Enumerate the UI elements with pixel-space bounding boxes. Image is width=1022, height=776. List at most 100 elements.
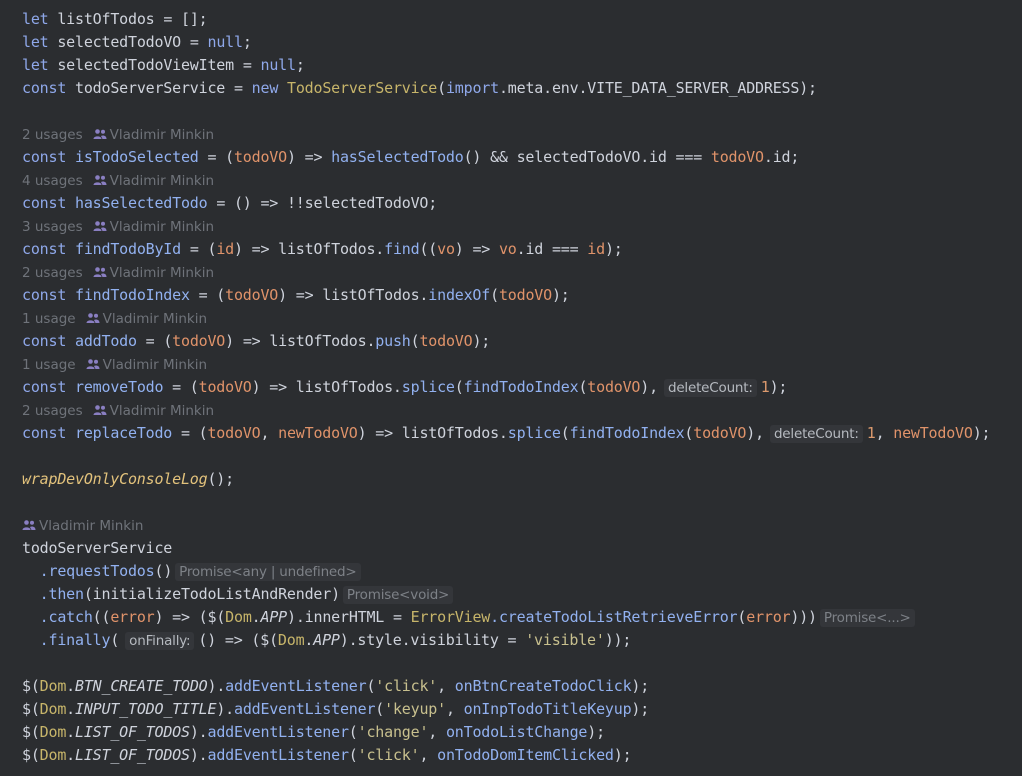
keyword-import: import: [445, 79, 499, 97]
author-hint[interactable]: Vladimir Minkin: [86, 357, 207, 373]
expr-tail: ();: [207, 470, 234, 488]
usages-count[interactable]: 1 usage: [22, 357, 76, 373]
code-line-replacetodo[interactable]: const replaceTodo = (todoVO, newTodoVO) …: [22, 422, 991, 445]
code-line-findtodoindex[interactable]: const findTodoIndex = (todoVO) => listOf…: [22, 284, 570, 307]
object-ref: listOfTodos.: [295, 378, 402, 396]
usage-hint[interactable]: 1 usage Vladimir Minkin: [22, 354, 207, 377]
usages-count[interactable]: 3 usages: [22, 219, 83, 235]
method-call: addEventListener: [225, 677, 367, 695]
keyword-const: const: [22, 148, 67, 166]
param: id: [216, 240, 234, 258]
string-literal: 'click': [375, 677, 438, 695]
usage-hint[interactable]: 4 usages Vladimir Minkin: [22, 170, 214, 193]
expr-tail: );: [604, 240, 623, 258]
semicolon: ;: [242, 33, 252, 51]
code-line-listener[interactable]: $(Dom.INPUT_TODO_TITLE).addEventListener…: [22, 698, 649, 721]
people-icon: [93, 221, 107, 231]
keyword-let: let: [22, 56, 49, 74]
env-path: .meta.env.VITE_DATA_SERVER_ADDRESS);: [498, 79, 817, 97]
expr-tail: );: [769, 378, 788, 396]
code-line-findtodobyid[interactable]: const findTodoById = (id) => listOfTodos…: [22, 238, 623, 261]
code-line-listener[interactable]: $(Dom.LIST_OF_TODOS).addEventListener('c…: [22, 744, 632, 767]
people-icon: [93, 129, 107, 139]
string-literal: 'click': [357, 746, 420, 764]
parameter-hint: onFinally:: [125, 632, 195, 650]
expr: .id ===: [516, 240, 588, 258]
code-line-listener[interactable]: $(Dom.BTN_CREATE_TODO).addEventListener(…: [22, 675, 649, 698]
param: todoVO: [710, 148, 764, 166]
code-line-removetodo[interactable]: const removeTodo = (todoVO) => listOfTod…: [22, 376, 787, 399]
keyword-let: let: [22, 33, 49, 51]
people-icon: [93, 405, 107, 415]
code-line-chain-then[interactable]: .then(initializeTodoListAndRender) Promis…: [22, 583, 456, 606]
param: newTodoVO: [893, 424, 973, 442]
code-line-wrapdevonly[interactable]: wrapDevOnlyConsoleLog();: [22, 468, 234, 491]
code-line-selectedtodoviewitem[interactable]: let selectedTodoViewItem = null;: [22, 54, 305, 77]
usage-hint[interactable]: 2 usages Vladimir Minkin: [22, 124, 214, 147]
object-ref: listOfTodos.: [269, 332, 376, 350]
code-line-hasselectedtodo[interactable]: const hasSelectedTodo = () => !!selected…: [22, 192, 437, 215]
usage-hint[interactable]: 2 usages Vladimir Minkin: [22, 262, 214, 285]
code-line-selectedtodovo[interactable]: let selectedTodoVO = null;: [22, 31, 252, 54]
handler-ref: onTodoListChange: [445, 723, 588, 741]
code-line-chain-catch[interactable]: .catch((error) => ($(Dom.APP).innerHTML …: [22, 606, 918, 629]
author-hint-line[interactable]: Vladimir Minkin: [22, 515, 143, 538]
param: todoVO: [207, 424, 261, 442]
keyword-const: const: [22, 240, 67, 258]
usages-count[interactable]: 2 usages: [22, 127, 83, 143]
param: todoVO: [225, 286, 279, 304]
param: vo: [498, 240, 517, 258]
keyword-const: const: [22, 378, 67, 396]
expr-tail: );: [472, 332, 491, 350]
function-name: findTodoById: [75, 240, 181, 258]
code-line-listoftodos[interactable]: let listOfTodos = [];: [22, 8, 208, 31]
usages-count[interactable]: 4 usages: [22, 173, 83, 189]
number-literal: 1: [866, 424, 876, 442]
code-line-chain-finally[interactable]: .finally(onFinally:() => ($(Dom.APP).sty…: [22, 629, 631, 652]
constant: LIST_OF_TODOS: [75, 746, 190, 764]
usage-hint[interactable]: 3 usages Vladimir Minkin: [22, 216, 214, 239]
code-editor[interactable]: let listOfTodos = []; let selectedTodoVO…: [0, 0, 1022, 776]
handler-ref: onBtnCreateTodoClick: [454, 677, 632, 695]
expr-tail: );: [551, 286, 570, 304]
usages-count[interactable]: 1 usage: [22, 311, 76, 327]
author-hint[interactable]: Vladimir Minkin: [93, 173, 214, 189]
function-name: removeTodo: [75, 378, 164, 396]
keyword-let: let: [22, 10, 49, 28]
keyword-const: const: [22, 424, 67, 442]
code-line-listener[interactable]: $(Dom.LIST_OF_TODOS).addEventListener('c…: [22, 721, 605, 744]
constant: BTN_CREATE_TODO: [75, 677, 208, 695]
code-line-todoserverservice[interactable]: const todoServerService = new TodoServer…: [22, 77, 817, 100]
usage-hint[interactable]: 2 usages Vladimir Minkin: [22, 400, 214, 423]
author-hint[interactable]: Vladimir Minkin: [86, 311, 207, 327]
type-hint: Promise<any | undefined>: [175, 563, 361, 581]
author-hint[interactable]: Vladimir Minkin: [93, 265, 214, 281]
op-assign: =: [233, 79, 243, 97]
usages-count[interactable]: 2 usages: [22, 265, 83, 281]
semicolon: ;: [295, 56, 305, 74]
string-literal: 'visible': [525, 631, 605, 649]
keyword-null: null: [207, 33, 244, 51]
object-ref: listOfTodos.: [322, 286, 429, 304]
expr: ).innerHTML =: [287, 608, 411, 626]
class-name: Dom: [225, 608, 252, 626]
author-hint[interactable]: Vladimir Minkin: [93, 127, 214, 143]
usages-count[interactable]: 2 usages: [22, 403, 83, 419]
author-hint[interactable]: Vladimir Minkin: [22, 518, 143, 534]
class-name: Dom: [39, 700, 67, 718]
author-hint[interactable]: Vladimir Minkin: [93, 403, 214, 419]
usage-hint[interactable]: 1 usage Vladimir Minkin: [22, 308, 207, 331]
class-name: Dom: [39, 723, 67, 741]
string-literal: 'change': [357, 723, 429, 741]
method-call: find: [384, 240, 420, 258]
var-name: selectedTodoVO: [57, 33, 181, 51]
class-name: ErrorView: [410, 608, 491, 626]
code-line-addtodo[interactable]: const addTodo = (todoVO) => listOfTodos.…: [22, 330, 490, 353]
expr: () && selectedTodoVO.id ===: [463, 148, 711, 166]
author-hint[interactable]: Vladimir Minkin: [93, 219, 214, 235]
code-line-istodoselected[interactable]: const isTodoSelected = (todoVO) => hasSe…: [22, 146, 799, 169]
code-line-chain-root[interactable]: todoServerService: [22, 537, 172, 560]
number-literal: 1: [760, 378, 770, 396]
string-literal: 'keyup': [384, 700, 446, 718]
code-line-chain-request[interactable]: .requestTodos() Promise<any | undefined>: [22, 560, 364, 583]
